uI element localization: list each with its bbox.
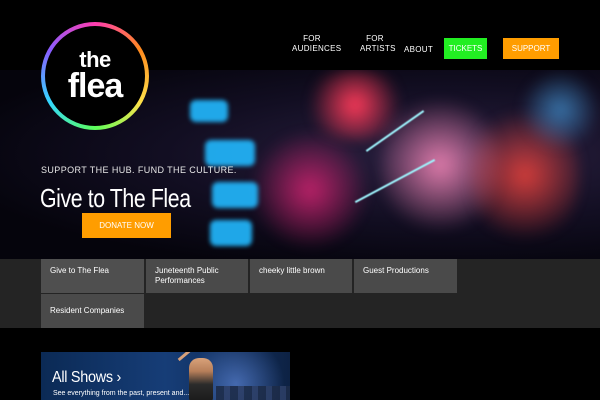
all-shows-title: All Shows › <box>52 369 122 386</box>
all-shows-subtitle: See everything from the past, present an… <box>53 390 190 397</box>
tile-give-to-the-flea[interactable]: Give to The Flea <box>41 259 144 293</box>
nav-for-audiences[interactable]: FOR AUDIENCES <box>292 34 341 54</box>
hero-light-streak <box>212 182 258 208</box>
hero-image-glow <box>520 70 600 150</box>
card-image-audience <box>216 386 290 400</box>
all-shows-card[interactable]: All Shows › See everything from the past… <box>41 352 290 400</box>
nav-about[interactable]: ABOUT <box>404 45 433 55</box>
logo-text-flea: flea <box>67 67 124 105</box>
support-button[interactable]: SUPPORT <box>503 38 559 59</box>
tile-juneteenth[interactable]: Juneteenth Public Performances <box>146 259 248 293</box>
hero-title: Give to The Flea <box>40 183 191 213</box>
tile-guest-productions[interactable]: Guest Productions <box>354 259 457 293</box>
hero-light-streak <box>210 220 252 246</box>
support-tiles: Give to The Flea Juneteenth Public Perfo… <box>0 259 600 328</box>
hero-image-glow <box>250 130 370 250</box>
hero-light-streak <box>190 100 228 122</box>
nav-for-artists[interactable]: FOR ARTISTS <box>360 34 395 54</box>
card-image-performer <box>189 358 213 400</box>
donate-now-button[interactable]: DONATE NOW <box>82 213 171 238</box>
the-flea-logo[interactable]: the flea <box>41 22 149 130</box>
hero-light-streak <box>205 140 255 166</box>
tile-cheeky-little-brown[interactable]: cheeky little brown <box>250 259 352 293</box>
logo-inner: the flea <box>45 26 145 126</box>
hero-tagline: SUPPORT THE HUB. FUND THE CULTURE. <box>41 165 237 175</box>
tickets-button[interactable]: TICKETS <box>444 38 487 59</box>
tile-resident-companies[interactable]: Resident Companies <box>41 294 144 328</box>
